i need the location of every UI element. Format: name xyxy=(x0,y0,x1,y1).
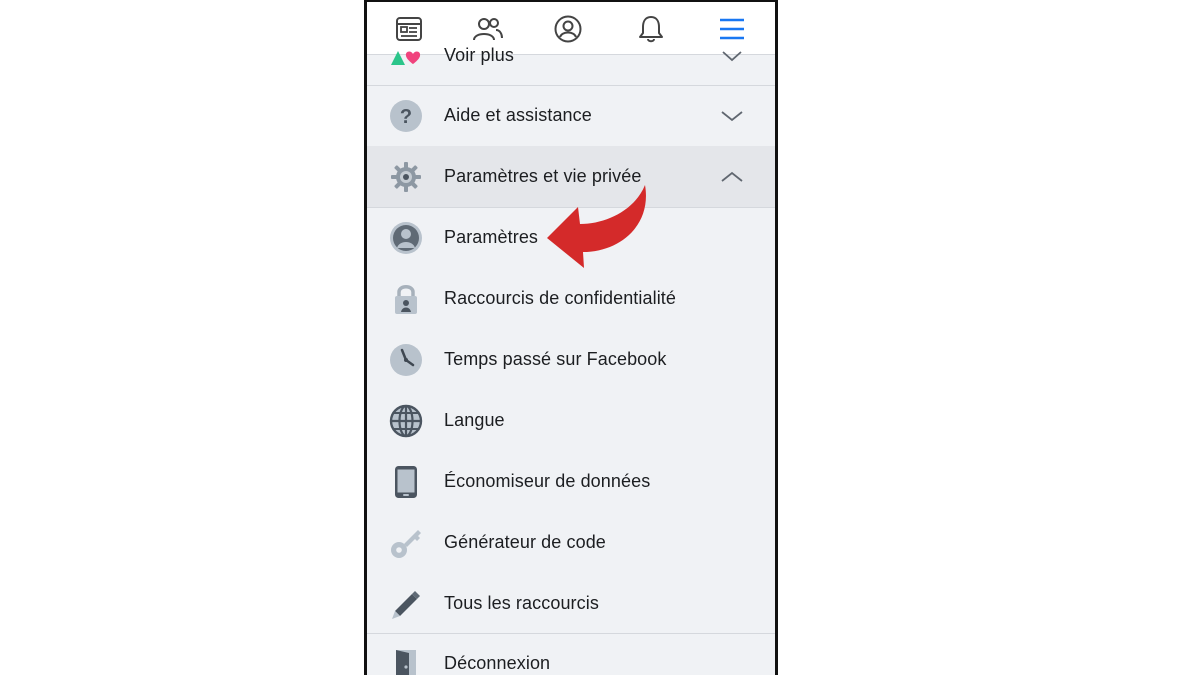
chevron-down-icon xyxy=(721,110,743,121)
settings-privacy-row[interactable]: Paramètres et vie privée xyxy=(367,146,775,207)
gear-icon xyxy=(389,160,423,194)
pencil-icon xyxy=(389,587,423,621)
door-icon xyxy=(389,647,423,675)
settings-row[interactable]: Paramètres xyxy=(367,207,775,268)
language-row[interactable]: Langue xyxy=(367,390,775,451)
logout-row[interactable]: Déconnexion xyxy=(367,633,775,675)
chevron-up-icon xyxy=(721,171,743,182)
help-row[interactable]: ? Aide et assistance xyxy=(367,85,775,146)
shapes-icon xyxy=(389,39,423,73)
data-saver-row[interactable]: Économiseur de données xyxy=(367,451,775,512)
phone-screen: Voir plus ? Aide et assistance Paramètre… xyxy=(364,0,778,675)
time-on-facebook-label: Temps passé sur Facebook xyxy=(444,349,667,369)
settings-label: Paramètres xyxy=(444,227,539,247)
help-label: Aide et assistance xyxy=(444,105,592,125)
all-shortcuts-label: Tous les raccourcis xyxy=(444,593,599,613)
see-more-label: Voir plus xyxy=(444,45,514,65)
key-icon xyxy=(389,526,423,560)
globe-icon xyxy=(389,404,423,438)
all-shortcuts-row[interactable]: Tous les raccourcis xyxy=(367,573,775,634)
svg-text:?: ? xyxy=(400,106,412,128)
menu-list: Voir plus ? Aide et assistance Paramètre… xyxy=(367,45,775,675)
chevron-down-icon xyxy=(722,50,742,61)
code-generator-label: Générateur de code xyxy=(444,532,606,552)
code-generator-row[interactable]: Générateur de code xyxy=(367,512,775,573)
privacy-shortcuts-row[interactable]: Raccourcis de confidentialité xyxy=(367,268,775,329)
logout-label: Déconnexion xyxy=(444,653,551,673)
phone-icon xyxy=(389,465,423,499)
see-more-row[interactable]: Voir plus xyxy=(367,25,775,86)
user-circle-icon xyxy=(389,221,423,255)
lock-icon xyxy=(389,282,423,316)
data-saver-label: Économiseur de données xyxy=(444,471,651,491)
settings-privacy-label: Paramètres et vie privée xyxy=(444,166,642,186)
privacy-shortcuts-label: Raccourcis de confidentialité xyxy=(444,288,677,308)
question-icon: ? xyxy=(389,99,423,133)
language-label: Langue xyxy=(444,410,505,430)
time-on-facebook-row[interactable]: Temps passé sur Facebook xyxy=(367,329,775,390)
clock-icon xyxy=(389,343,423,377)
